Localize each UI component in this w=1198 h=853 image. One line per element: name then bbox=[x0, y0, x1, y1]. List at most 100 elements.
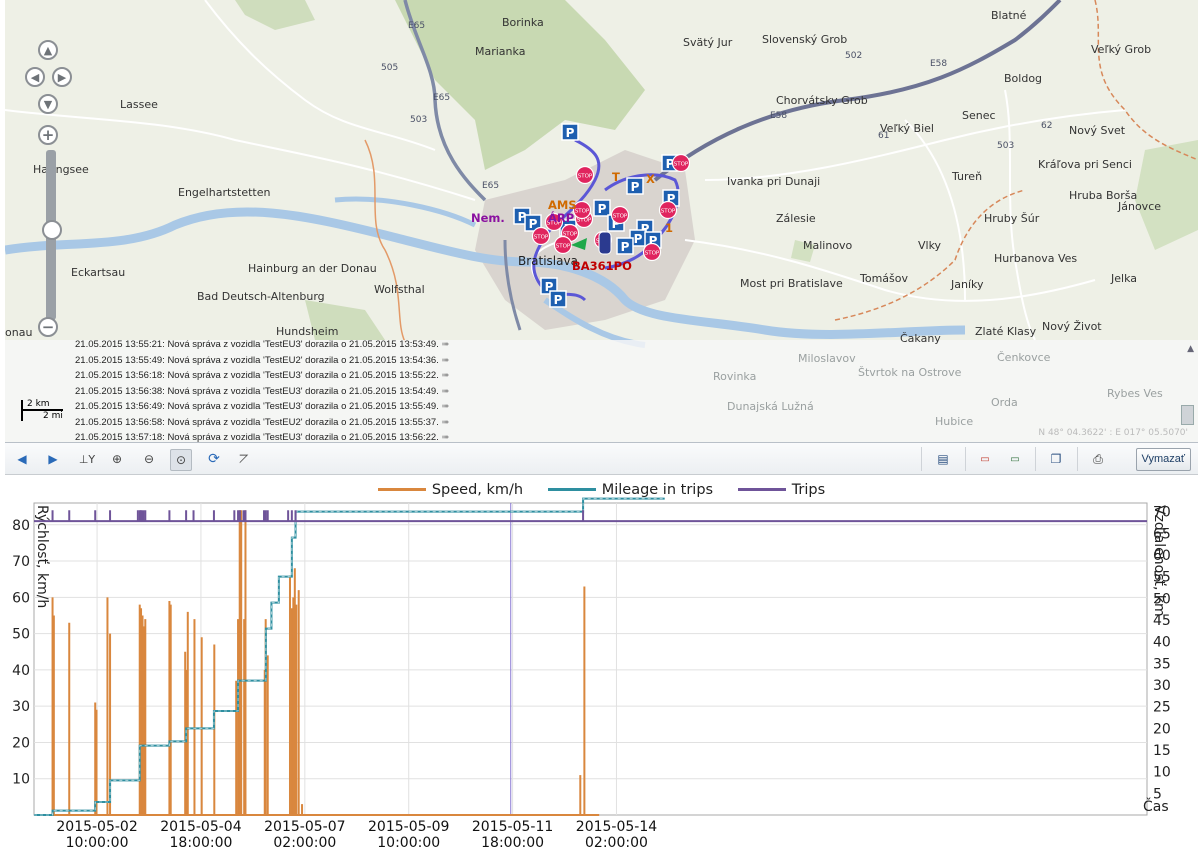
log-line: 21.05.2015 13:56:58: Nová správa z vozid… bbox=[75, 415, 505, 431]
parking-icon[interactable]: P bbox=[561, 123, 579, 141]
excel-button[interactable]: ▭ bbox=[1005, 449, 1025, 469]
map-place-label: Veľký Biel bbox=[880, 122, 934, 135]
zoom-in-chart-button[interactable]: ⊕ bbox=[107, 449, 127, 469]
arrow-right-icon: ➠ bbox=[438, 401, 450, 412]
axis-y-button[interactable]: ⊥Y bbox=[77, 449, 97, 469]
log-scrollbar-thumb[interactable] bbox=[1181, 405, 1194, 425]
svg-text:P: P bbox=[634, 232, 643, 246]
vehicle-label[interactable]: AMS bbox=[548, 198, 577, 212]
pdf-button[interactable]: ▭ bbox=[975, 449, 995, 469]
vehicle-label[interactable]: X bbox=[646, 172, 655, 186]
stop-icon[interactable]: STOP bbox=[658, 200, 678, 220]
road-shield: 503 bbox=[997, 141, 1014, 151]
print-icon: ⎙ bbox=[1093, 451, 1103, 466]
chevron-down-icon: ▼ bbox=[43, 97, 53, 111]
road-shield: E65 bbox=[408, 21, 425, 31]
svg-text:STOP: STOP bbox=[645, 251, 660, 257]
log-line-text: 21.05.2015 13:57:18: Nová správa z vozid… bbox=[75, 432, 439, 443]
pan-up-button[interactable]: ▲ bbox=[38, 40, 58, 60]
export-button[interactable]: ❐ bbox=[1046, 449, 1066, 469]
log-line: 21.05.2015 13:56:49: Nová správa z vozid… bbox=[75, 399, 505, 415]
scale-km: 2 km bbox=[21, 400, 63, 411]
svg-text:E58: E58 bbox=[930, 59, 947, 69]
map-place-label: Miloslavov bbox=[798, 352, 856, 365]
y-tick-label-left: 40 bbox=[12, 663, 30, 679]
svg-text:P: P bbox=[598, 202, 607, 216]
stop-icon[interactable]: STOP bbox=[575, 165, 595, 185]
map-scale: 2 km 2 mi bbox=[21, 400, 71, 421]
map-place-label: Hubice bbox=[935, 415, 974, 428]
map-place-label: Bratislava bbox=[518, 254, 578, 268]
zoom-out-button[interactable]: − bbox=[38, 317, 58, 337]
svg-text:P: P bbox=[566, 126, 575, 140]
log-line: 21.05.2015 13:57:18: Nová správa z vozid… bbox=[75, 430, 505, 443]
zoom-in-icon: ⊕ bbox=[111, 452, 123, 466]
vehicle-label[interactable]: Nem. bbox=[471, 211, 505, 225]
map-place-label: Orda bbox=[991, 396, 1018, 409]
road-shield: 502 bbox=[845, 51, 862, 61]
refresh-button[interactable]: ⟳ bbox=[204, 449, 224, 469]
arrow-right-icon: ➠ bbox=[438, 385, 450, 397]
zoom-in-button[interactable]: + bbox=[38, 125, 58, 145]
svg-text:E65: E65 bbox=[482, 181, 499, 191]
pan-down-button[interactable]: ▼ bbox=[38, 94, 58, 114]
vehicle-label[interactable]: 1 bbox=[665, 221, 673, 235]
road-shield: E58 bbox=[930, 59, 947, 69]
x-tick-label-date: 2015-05-09 bbox=[368, 819, 449, 835]
y-tick-label-right: 35 bbox=[1153, 656, 1171, 672]
map-panel[interactable]: PPPPPPPPPPPPPPPSTOPSTOPSTOPSTOPSTOPSTOPS… bbox=[5, 0, 1198, 443]
y-tick-label-left: 70 bbox=[12, 554, 30, 570]
map-place-label: Štvrtok na Ostrove bbox=[858, 366, 962, 379]
parking-icon[interactable]: P bbox=[626, 177, 644, 195]
clear-button[interactable]: Vymazať bbox=[1135, 448, 1191, 471]
stop-icon[interactable]: STOP bbox=[642, 242, 662, 262]
zoom-out-chart-button[interactable]: ⊖ bbox=[139, 449, 159, 469]
map-place-label: Tureň bbox=[952, 170, 983, 183]
excel-icon: ▭ bbox=[1010, 453, 1020, 465]
map-place-label: Eckartsau bbox=[71, 266, 126, 279]
x-tick-label-date: 2015-05-14 bbox=[576, 819, 657, 835]
map-place-label: Engelhartstetten bbox=[178, 186, 271, 199]
print-button[interactable]: ⎙ bbox=[1088, 449, 1108, 469]
zoom-fit-button[interactable]: ⊙ bbox=[170, 449, 192, 471]
map-place-label: Zlaté Klasy bbox=[975, 325, 1037, 338]
log-scroll-up-icon[interactable]: ▲ bbox=[1187, 344, 1194, 354]
stop-icon[interactable]: STOP bbox=[610, 205, 630, 225]
svg-text:P: P bbox=[621, 240, 630, 254]
map-place-label: Bad Deutsch-Altenburg bbox=[197, 290, 325, 303]
forest-area bbox=[1135, 140, 1198, 250]
stop-icon[interactable]: STOP bbox=[531, 226, 551, 246]
chart-plot[interactable]: 1020304050607080510152025303540455055606… bbox=[5, 475, 1198, 853]
map-place-label: Dunajská Lužná bbox=[727, 400, 814, 413]
chevron-left-icon: ◀ bbox=[30, 70, 40, 84]
x-tick-label-date: 2015-05-04 bbox=[160, 819, 241, 835]
parking-icon[interactable]: P bbox=[593, 199, 611, 217]
zoom-out-icon: ⊖ bbox=[143, 452, 155, 466]
parking-icon[interactable]: P bbox=[549, 290, 567, 308]
stop-icon[interactable]: STOP bbox=[553, 235, 573, 255]
book-icon: ▤ bbox=[937, 452, 949, 466]
pan-left-button[interactable]: ◀ bbox=[25, 67, 45, 87]
axis-y-icon: ⊥Y bbox=[78, 452, 96, 466]
zoom-slider-knob[interactable] bbox=[42, 220, 62, 240]
vehicle-label[interactable]: ÁRP bbox=[548, 211, 574, 225]
chart-settings-button[interactable]: ⦢ bbox=[234, 449, 254, 469]
parking-icon[interactable]: P bbox=[616, 237, 634, 255]
book-button[interactable]: ▤ bbox=[933, 449, 953, 469]
forward-button[interactable]: ▶ bbox=[43, 449, 63, 469]
back-button[interactable]: ◀ bbox=[12, 449, 32, 469]
map-place-label: onau bbox=[5, 326, 33, 339]
log-line-text: 21.05.2015 13:56:58: Nová správa z vozid… bbox=[75, 416, 439, 428]
stop-icon[interactable]: STOP bbox=[671, 153, 691, 173]
pan-right-button[interactable]: ▶ bbox=[52, 67, 72, 87]
road-shield: 62 bbox=[1041, 121, 1052, 131]
log-line-text: 21.05.2015 13:56:38: Nová správa z vozid… bbox=[75, 385, 439, 397]
vehicle-label[interactable]: BA361PO bbox=[572, 259, 632, 273]
y-tick-label-left: 10 bbox=[12, 772, 30, 788]
svg-text:505: 505 bbox=[381, 63, 398, 73]
forward-arrow-icon: ▶ bbox=[48, 452, 58, 466]
map-place-label: Janíky bbox=[951, 278, 984, 291]
vehicle-label[interactable]: T bbox=[612, 170, 620, 184]
svg-text:STOP: STOP bbox=[534, 235, 549, 241]
motorway-e58 bbox=[653, 0, 1062, 182]
